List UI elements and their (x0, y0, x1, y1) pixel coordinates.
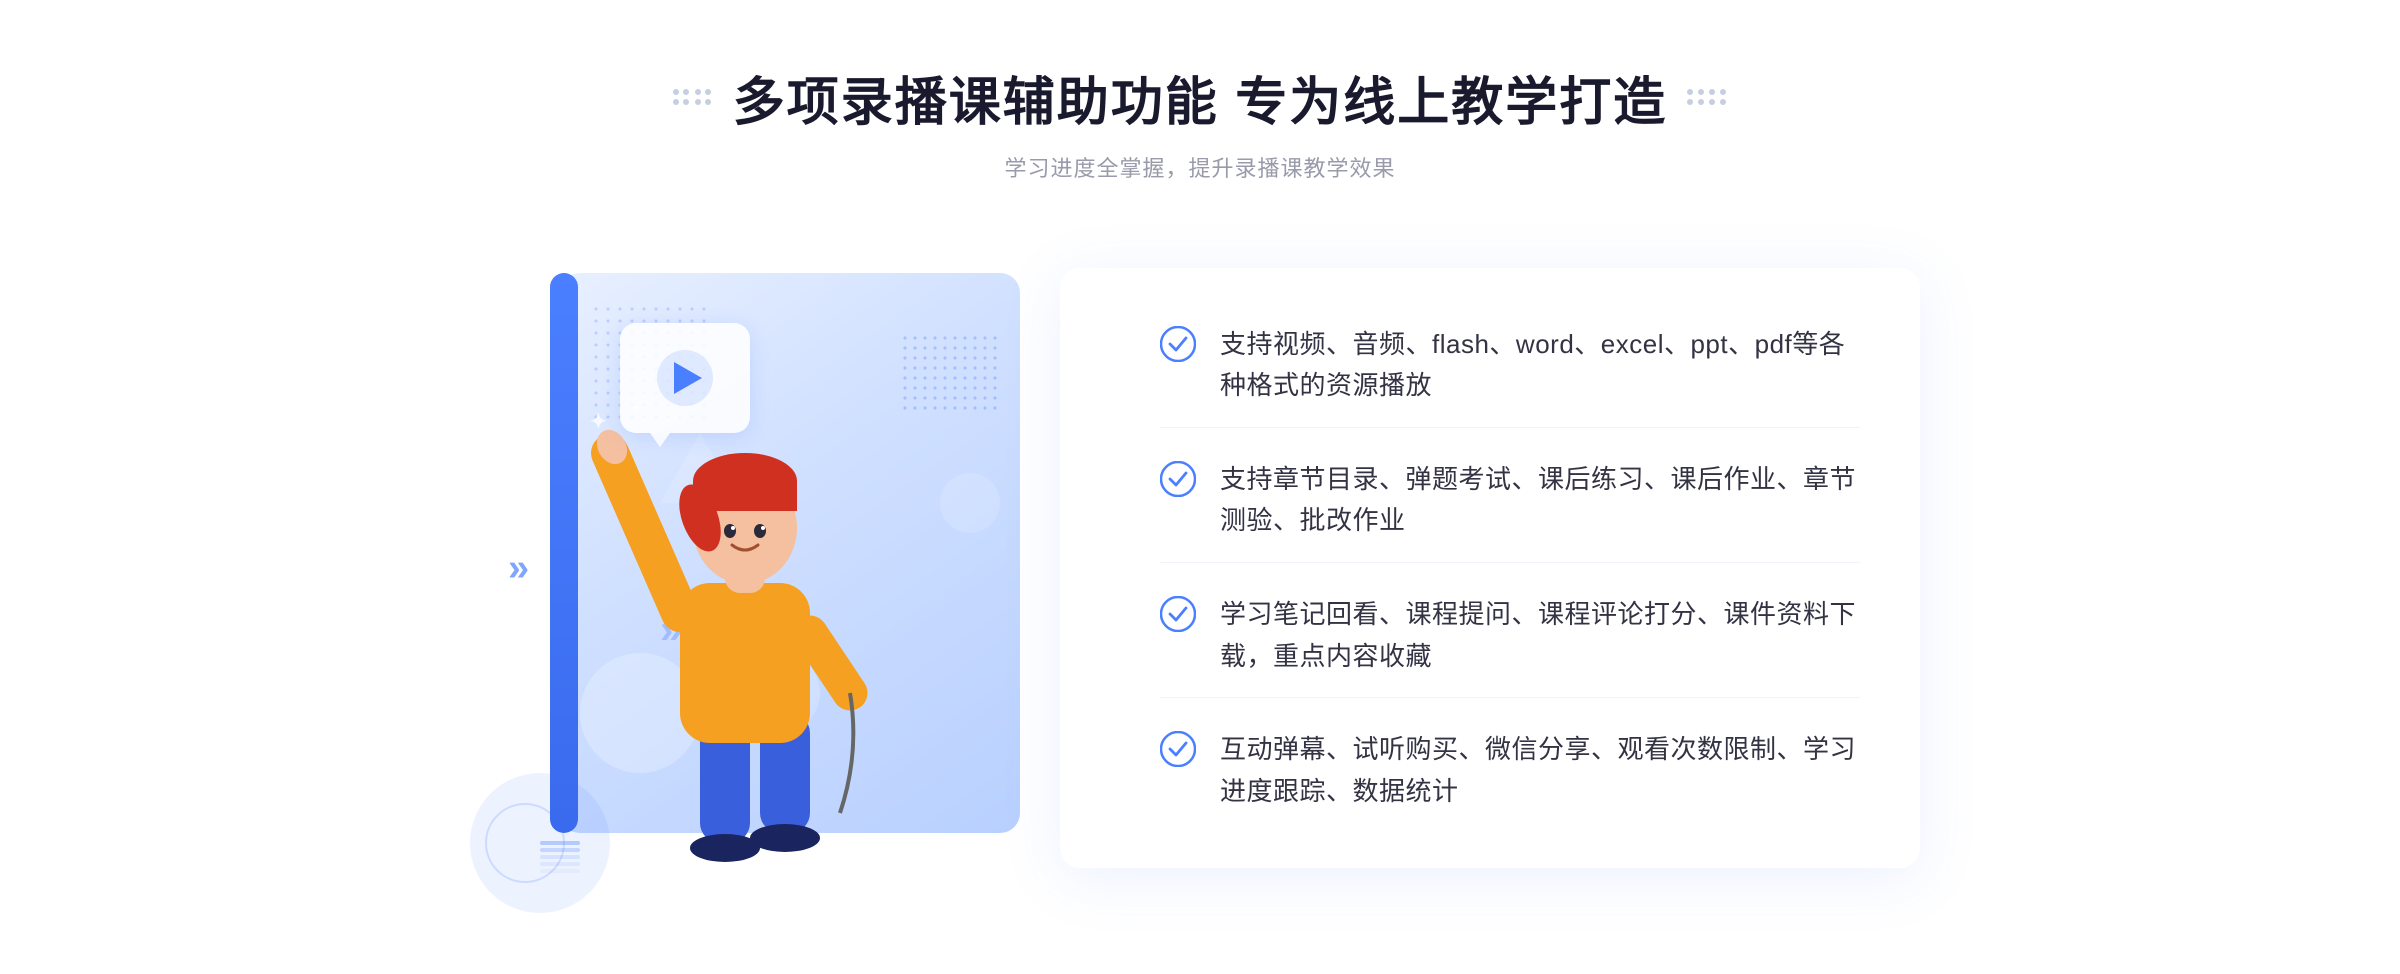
play-bubble (620, 323, 750, 433)
feature-text-4: 互动弹幕、试听购买、微信分享、观看次数限制、学习进度跟踪、数据统计 (1220, 729, 1860, 812)
features-panel: 支持视频、音频、flash、word、excel、ppt、pdf等各种格式的资源… (1100, 248, 1900, 888)
check-icon-4 (1160, 731, 1196, 767)
vertical-lines-deco (540, 841, 580, 873)
right-decorator (1687, 89, 1727, 107)
feature-text-2: 支持章节目录、弹题考试、课后练习、课后作业、章节测验、批改作业 (1220, 459, 1860, 542)
svg-text:✦: ✦ (590, 411, 607, 433)
feature-text-1: 支持视频、音频、flash、word、excel、ppt、pdf等各种格式的资源… (1220, 324, 1860, 407)
play-triangle-icon (674, 362, 702, 394)
page-container: 多项录播课辅助功能 专为线上教学打造 学习进度全掌握，提升录播课教学效果 (0, 0, 2400, 974)
feature-item-3: 学习笔记回看、课程提问、课程评论打分、课件资料下载，重点内容收藏 (1160, 574, 1860, 698)
header-section: 多项录播课辅助功能 专为线上教学打造 学习进度全掌握，提升录播课教学效果 (673, 60, 1727, 183)
left-decorator (673, 89, 713, 107)
check-icon-1 (1160, 326, 1196, 362)
main-title: 多项录播课辅助功能 专为线上教学打造 (733, 60, 1667, 135)
subtitle: 学习进度全掌握，提升录播课教学效果 (1004, 151, 1395, 183)
left-chevron-icon: » (508, 549, 529, 587)
figure-illustration: ✦ ✦ (580, 373, 900, 893)
title-row: 多项录播课辅助功能 专为线上教学打造 (673, 60, 1727, 135)
play-circle (657, 350, 713, 406)
check-icon-2 (1160, 461, 1196, 497)
dot-grid-right (900, 333, 1000, 413)
illustration-wrapper: » (500, 243, 1100, 893)
feature-item-1: 支持视频、音频、flash、word、excel、ppt、pdf等各种格式的资源… (1160, 304, 1860, 428)
features-card: 支持视频、音频、flash、word、excel、ppt、pdf等各种格式的资源… (1060, 268, 1920, 868)
circle-deco-3 (940, 473, 1000, 533)
person-svg: ✦ ✦ (580, 373, 900, 893)
feature-item-2: 支持章节目录、弹题考试、课后练习、课后作业、章节测验、批改作业 (1160, 439, 1860, 563)
check-icon-3 (1160, 596, 1196, 632)
feature-text-3: 学习笔记回看、课程提问、课程评论打分、课件资料下载，重点内容收藏 (1220, 594, 1860, 677)
feature-item-4: 互动弹幕、试听购买、微信分享、观看次数限制、学习进度跟踪、数据统计 (1160, 709, 1860, 832)
blue-vertical-bar (550, 273, 578, 833)
content-area: » (500, 243, 1900, 893)
